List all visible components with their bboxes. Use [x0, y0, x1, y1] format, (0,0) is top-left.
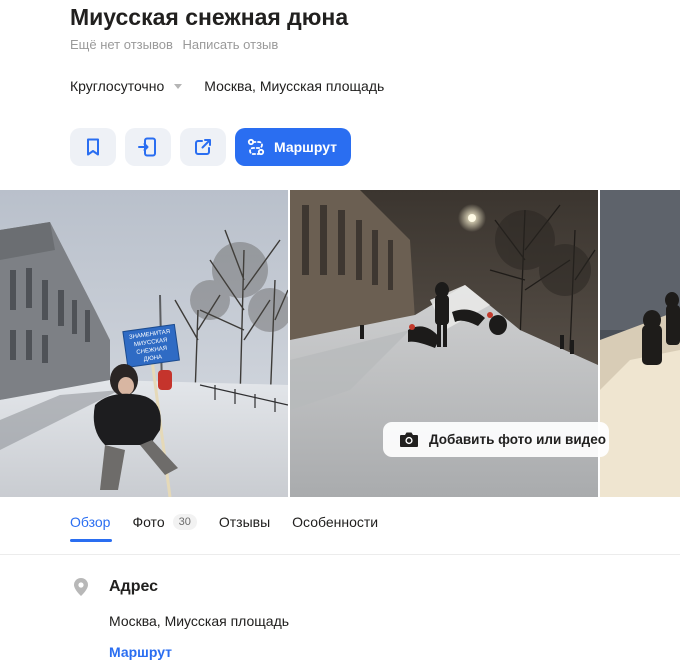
share-icon [195, 139, 211, 155]
hours-dropdown[interactable]: Круглосуточно [70, 78, 183, 94]
share-button[interactable] [180, 128, 226, 166]
action-buttons: Маршрут [70, 128, 352, 166]
address-route-link[interactable]: Маршрут [109, 644, 172, 660]
camera-icon [400, 432, 418, 447]
route-button[interactable]: Маршрут [235, 128, 352, 166]
tab-features[interactable]: Особенности [292, 514, 378, 530]
address-inline: Москва, Миусская площадь [204, 78, 385, 94]
tab-reviews[interactable]: Отзывы [219, 514, 270, 530]
tabs-divider [0, 554, 680, 555]
bookmark-icon [87, 138, 99, 156]
address-value: Москва, Миусская площадь [109, 613, 290, 629]
send-to-phone-button[interactable] [125, 128, 171, 166]
tab-photos[interactable]: Фото 30 [132, 514, 197, 530]
route-icon [247, 138, 265, 156]
gallery-photo-1[interactable]: ЗНАМЕНИТАЯ МИУССКАЯ СНЕЖНАЯ ДЮНА [0, 190, 288, 497]
gallery-photo-3[interactable] [600, 190, 680, 497]
reviews-line: Ещё нет отзывов Написать отзыв [70, 37, 278, 52]
add-media-label: Добавить фото или видео [429, 432, 606, 447]
tab-photos-label: Фото [132, 514, 165, 530]
address-section-title: Адрес [109, 578, 159, 595]
place-title: Миусская снежная дюна [70, 4, 349, 30]
active-tab-indicator [70, 539, 112, 542]
write-review-link[interactable]: Написать отзыв [182, 37, 278, 52]
phone-send-icon [138, 137, 156, 157]
location-pin-icon [74, 578, 88, 596]
no-reviews-text: Ещё нет отзывов [70, 37, 173, 52]
tabs-bar: Обзор Фото 30 Отзывы Особенности [70, 514, 400, 530]
add-media-button[interactable]: Добавить фото или видео [383, 422, 609, 457]
meta-row: Круглосуточно Москва, Миусская площадь [70, 78, 384, 94]
photos-count-badge: 30 [172, 514, 197, 530]
bookmark-button[interactable] [70, 128, 116, 166]
route-button-label: Маршрут [274, 139, 338, 155]
chevron-down-icon [174, 83, 183, 89]
tab-overview[interactable]: Обзор [70, 514, 110, 530]
hours-text: Круглосуточно [70, 78, 165, 94]
